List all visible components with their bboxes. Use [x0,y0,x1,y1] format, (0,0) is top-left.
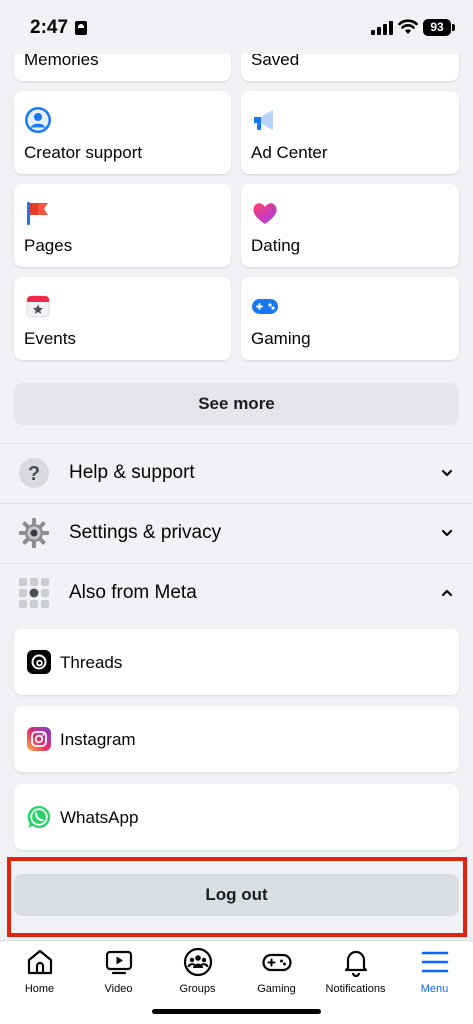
section-label: Settings & privacy [69,522,222,543]
tab-notifications[interactable]: Notifications [316,947,395,995]
meta-app-label: Instagram [60,730,136,749]
shortcut-label: Gaming [251,329,311,348]
meta-app-label: WhatsApp [60,808,139,827]
hamburger-icon [421,951,448,973]
shortcut-label: Creator support [24,143,143,162]
tab-label: Notifications [325,983,386,995]
tab-label: Video [104,983,133,995]
svg-text:?: ? [28,463,40,485]
shortcut-label: Dating [251,236,301,255]
status-time: 2:47 [30,17,69,38]
shortcut-label: Ad Center [251,143,328,162]
shortcut-label: Pages [24,236,73,255]
grid-icon [19,578,49,608]
creator-support-icon [25,107,51,133]
shortcut-events[interactable]: Events [14,277,231,360]
logout-button[interactable]: Log out [14,874,459,916]
shortcut-creator-support[interactable]: Creator support [14,91,231,174]
shortcut-label: Events [24,329,76,348]
video-icon [105,950,132,975]
also-from-meta-row[interactable]: Also from Meta [0,564,473,622]
heart-icon [253,203,277,224]
tab-label: Menu [420,983,449,995]
settings-privacy-row[interactable]: Settings & privacy [0,504,473,562]
tab-label: Groups [179,983,216,995]
chevron-down-icon [441,469,453,477]
tab-groups[interactable]: Groups [158,947,237,995]
groups-icon [183,947,212,977]
chevron-up-icon [441,589,453,597]
shortcut-pages[interactable]: Pages [14,184,231,267]
gamepad-icon [252,299,278,314]
home-icon [27,949,52,975]
shortcut-dating[interactable]: Dating [241,184,459,267]
shortcut-ad-center[interactable]: Ad Center [241,91,459,174]
tab-video[interactable]: Video [79,947,158,995]
shortcut-gaming[interactable]: Gaming [241,277,459,360]
battery-indicator: 93 [423,19,455,36]
help-support-row[interactable]: ? Help & support [0,444,473,502]
megaphone-icon [254,110,273,130]
id-card-icon [75,21,87,35]
question-icon: ? [19,458,49,488]
status-bar: 2:47 93 [0,0,473,54]
flag-icon [27,202,48,225]
gaming-tab-icon [261,953,292,972]
meta-app-whatsapp[interactable]: WhatsApp [14,784,459,850]
see-more-button[interactable]: See more [14,383,459,425]
wifi-icon [398,19,418,34]
whatsapp-icon [27,805,51,828]
tab-menu[interactable]: Menu [395,947,473,995]
cellular-signal-icon [371,21,393,35]
meta-app-instagram[interactable]: Instagram [14,706,459,772]
bell-icon [344,950,367,977]
tab-gaming[interactable]: Gaming [237,947,316,995]
section-label: Also from Meta [69,582,197,603]
section-label: Help & support [69,462,195,483]
meta-app-threads[interactable]: Threads [14,629,459,695]
home-indicator [152,1009,321,1014]
threads-icon [27,650,51,674]
tab-home[interactable]: Home [0,947,79,995]
meta-app-label: Threads [60,653,123,672]
tab-label: Gaming [257,983,296,995]
chevron-down-icon [441,529,453,537]
instagram-icon [27,727,51,751]
calendar-icon [26,295,50,318]
tab-label: Home [24,983,55,995]
gear-icon [19,518,49,548]
